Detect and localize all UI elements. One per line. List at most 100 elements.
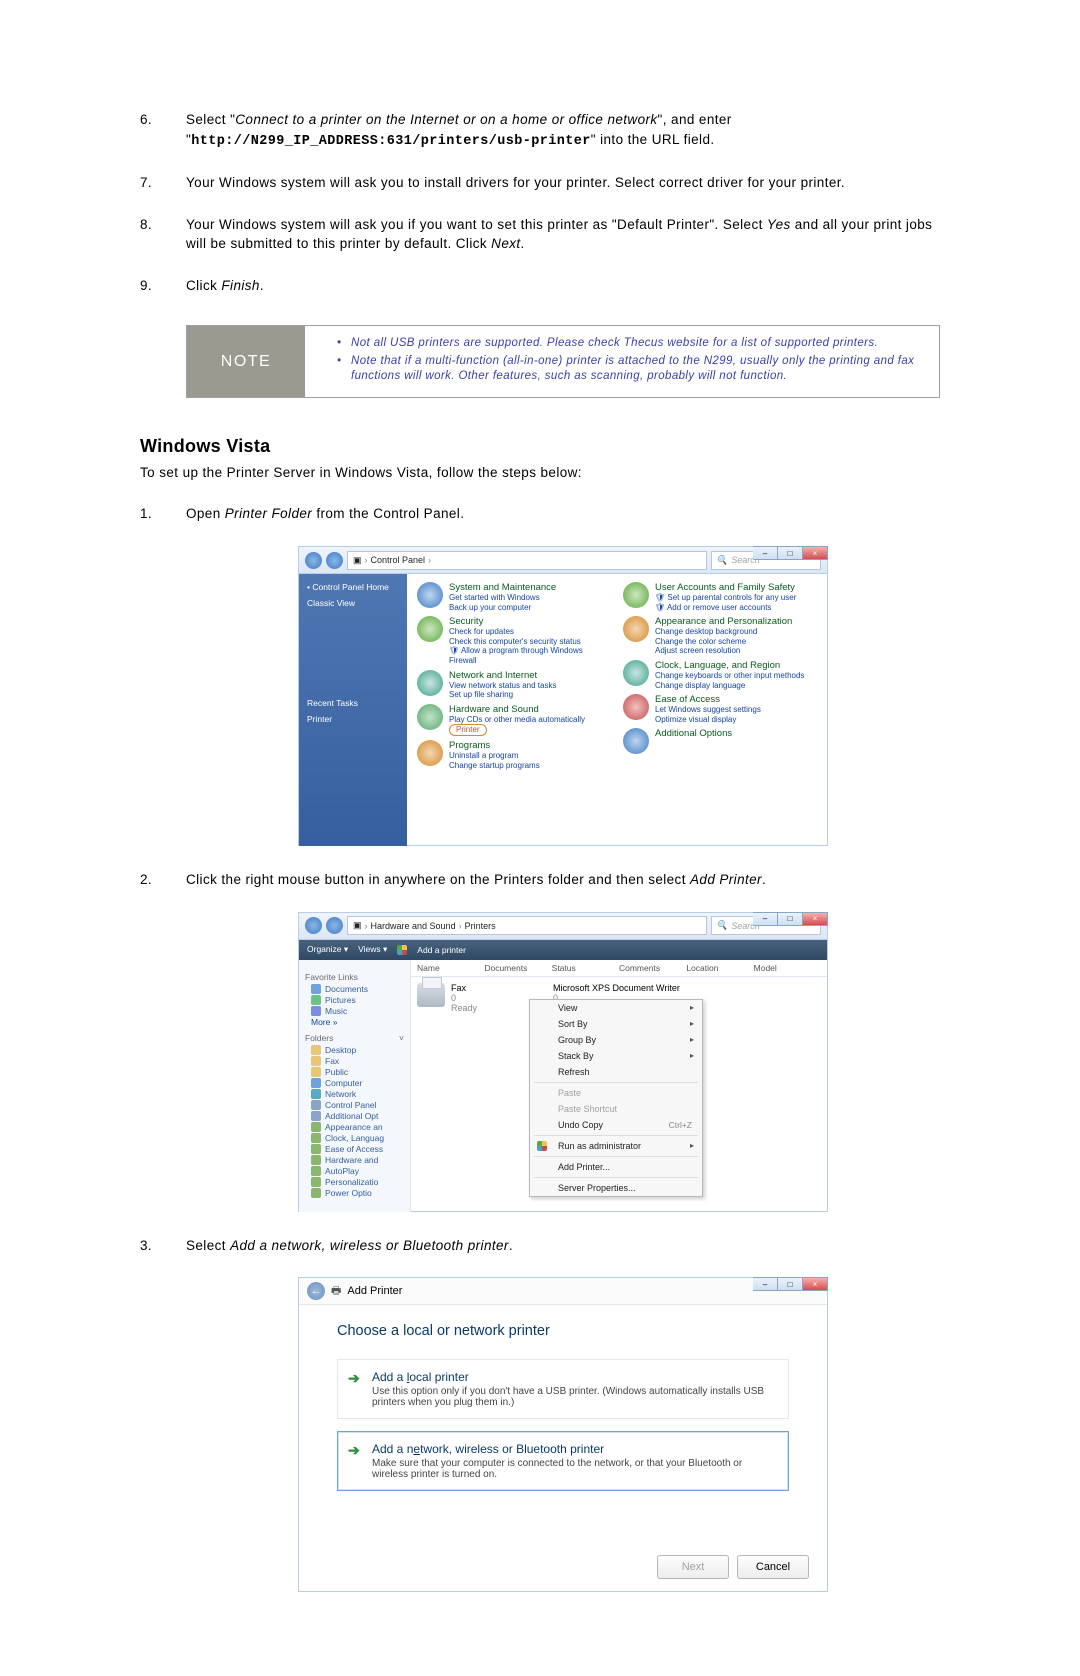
toolbar: Organize ▾ Views ▾ Add a printer [299,940,827,960]
text: . [521,236,525,251]
nav-item[interactable]: Hardware and [305,1155,404,1165]
sidebar-item[interactable]: Printer [307,714,399,724]
cp-category[interactable]: SecurityCheck for updatesCheck this comp… [417,616,611,665]
step-number: 6. [140,110,186,151]
cp-category[interactable]: System and MaintenanceGet started with W… [417,582,611,612]
cp-category[interactable]: User Accounts and Family Safety🛡 Set up … [623,582,817,612]
breadcrumb[interactable]: ▣ › Control Panel › [347,551,707,570]
text: from the Control Panel. [312,506,464,521]
additional-options-icon [623,728,649,754]
maximize-button[interactable]: □ [778,546,803,560]
context-menu: View▸ Sort By▸ Group By▸ Stack By▸ Refre… [529,999,703,1197]
forward-button[interactable] [326,917,343,934]
nav-item[interactable]: Computer [305,1078,404,1088]
sidebar-item[interactable]: Classic View [307,598,399,608]
step-number: 3. [140,1236,186,1256]
nav-item[interactable]: Pictures [305,995,404,1005]
cp-category[interactable]: Hardware and SoundPlay CDs or other medi… [417,704,611,736]
screenshot-control-panel: – □ × ▣ › Control Panel › 🔍Search • Cont… [186,546,940,846]
nav-item[interactable]: Network [305,1089,404,1099]
cp-category[interactable]: Clock, Language, and RegionChange keyboa… [623,660,817,690]
close-button[interactable]: × [803,912,828,926]
menu-item-runas[interactable]: Run as administrator▸ [530,1138,702,1154]
back-button[interactable] [305,917,322,934]
text: Select " [186,112,235,127]
shield-icon [537,1141,547,1151]
security-icon [417,616,443,642]
nav-item[interactable]: Personalizatio [305,1177,404,1187]
breadcrumb-item: Hardware and Sound [371,921,456,931]
menu-item-server-props[interactable]: Server Properties... [530,1180,702,1196]
wizard-heading: Choose a local or network printer [337,1323,789,1339]
back-button[interactable] [305,552,322,569]
step-body: Your Windows system will ask you if you … [186,215,940,254]
menu-item-add-printer[interactable]: Add Printer... [530,1159,702,1175]
nav-more[interactable]: More » [305,1017,404,1027]
toolbar-views[interactable]: Views ▾ [358,944,387,955]
nav-item[interactable]: Fax [305,1056,404,1066]
text: Your Windows system will ask you if you … [186,217,767,232]
nav-item[interactable]: Appearance an [305,1122,404,1132]
toolbar-add-printer[interactable]: Add a printer [417,945,466,955]
menu-item-group[interactable]: Group By▸ [530,1032,702,1048]
text: Click [186,278,221,293]
column-headers[interactable]: NameDocumentsStatusCommentsLocationModel [411,960,827,977]
step-8: 8. Your Windows system will ask you if y… [140,215,940,254]
sidebar-item[interactable]: • Control Panel Home [307,582,399,592]
cancel-button[interactable]: Cancel [737,1555,809,1579]
wizard-footer: Next Cancel [657,1555,809,1579]
nav-item[interactable]: Control Panel [305,1100,404,1110]
cp-category[interactable]: Ease of AccessLet Windows suggest settin… [623,694,817,724]
back-button[interactable]: ← [307,1282,325,1300]
option-network-printer[interactable]: ➔ Add a network, wireless or Bluetooth p… [337,1431,789,1491]
minimize-button[interactable]: – [753,1277,778,1291]
nav-item[interactable]: Public [305,1067,404,1077]
forward-button[interactable] [326,552,343,569]
nav-item[interactable]: Clock, Languag [305,1133,404,1143]
folders-header[interactable]: Folders ˅ [305,1033,404,1043]
toolbar-organize[interactable]: Organize ▾ [307,944,348,955]
minimize-button[interactable]: – [753,912,778,926]
section-heading: Windows Vista [140,436,940,457]
cp-category[interactable]: Network and InternetView network status … [417,670,611,700]
option-local-printer[interactable]: ➔ Add a local printer Use this option on… [337,1359,789,1419]
cp-category[interactable]: Additional Options [623,728,817,754]
window-controls: – □ × [753,546,828,560]
step-7: 7. Your Windows system will ask you to i… [140,173,940,193]
breadcrumb[interactable]: ▣› Hardware and Sound› Printers [347,916,707,935]
menu-item-undo[interactable]: Undo CopyCtrl+Z [530,1117,702,1133]
maximize-button[interactable]: □ [778,1277,803,1291]
nav-item[interactable]: Desktop [305,1045,404,1055]
screenshot-printers-folder: – □ × ▣› Hardware and Sound› Printers 🔍S… [186,912,940,1212]
nav-item[interactable]: Ease of Access [305,1144,404,1154]
menu-item-stack[interactable]: Stack By▸ [530,1048,702,1064]
menu-item-view[interactable]: View▸ [530,1000,702,1016]
nav-item[interactable]: Music [305,1006,404,1016]
nav-item[interactable]: Documents [305,984,404,994]
step-number: 9. [140,276,186,296]
step-number: 1. [140,504,186,524]
nav-item[interactable]: Power Optio [305,1188,404,1198]
step-body: Your Windows system will ask you to inst… [186,173,940,193]
emph: Printer Folder [225,506,312,521]
menu-item-paste: Paste [530,1085,702,1101]
plus-icon: ➔ [348,1370,362,1384]
menu-item-sort[interactable]: Sort By▸ [530,1016,702,1032]
close-button[interactable]: × [803,1277,828,1291]
step-number: 7. [140,173,186,193]
sidebar-section: Recent Tasks [307,698,399,708]
printer-list[interactable]: Fax 0 Ready Microsoft XPS Document Write… [411,977,827,1212]
cp-category[interactable]: Appearance and PersonalizationChange des… [623,616,817,656]
text: Open [186,506,225,521]
nav-item[interactable]: Additional Opt [305,1111,404,1121]
step-body: Click the right mouse button in anywhere… [186,870,940,890]
cp-category-view: System and MaintenanceGet started with W… [407,574,827,846]
close-button[interactable]: × [803,546,828,560]
cp-category[interactable]: ProgramsUninstall a programChange startu… [417,740,611,770]
screenshot-add-printer-wizard: – □ × ← 🖶 Add Printer Choose a local or … [186,1277,940,1592]
minimize-button[interactable]: – [753,546,778,560]
maximize-button[interactable]: □ [778,912,803,926]
menu-item-refresh[interactable]: Refresh [530,1064,702,1080]
step-6: 6. Select "Connect to a printer on the I… [140,110,940,151]
nav-item[interactable]: AutoPlay [305,1166,404,1176]
